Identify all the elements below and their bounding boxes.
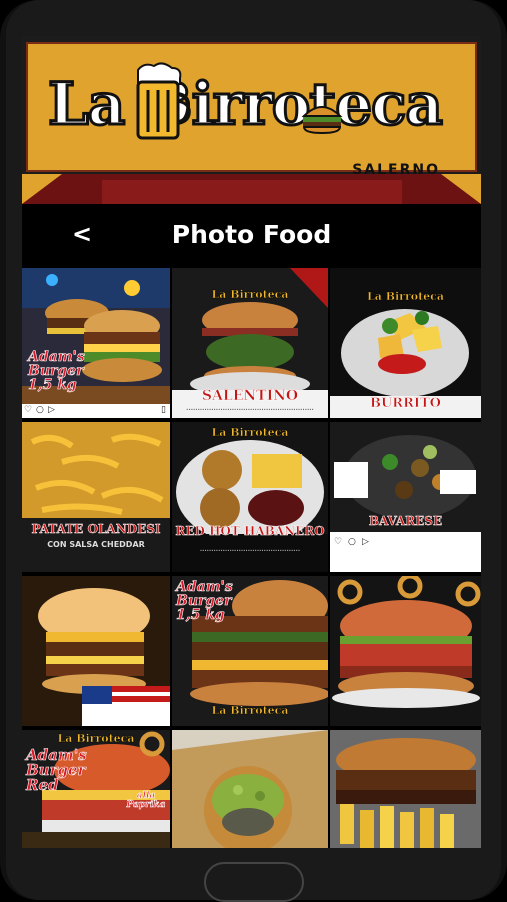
share-icon[interactable]: ▷ [362, 538, 369, 547]
beer-mug-icon [136, 62, 190, 140]
tile-caption: BAVARESE [368, 514, 443, 529]
photo-tile[interactable]: Adam's Burger 1,5 kg La Birroteca [172, 576, 328, 726]
tile-subcaption: CON SALSA CHEDDAR [47, 540, 145, 549]
photo-tile[interactable] [330, 730, 481, 848]
bookmark-icon[interactable]: ▯ [161, 406, 166, 415]
tile-logo: La Birroteca [211, 288, 289, 301]
food-photo [172, 730, 328, 848]
photo-tile[interactable] [22, 576, 170, 726]
photo-grid: Adam's Burger 1,5 kg ♡ ○ ▷ ▯ La Birrotec… [22, 268, 481, 848]
photo-tile[interactable] [172, 730, 328, 848]
banner-roof [22, 174, 481, 204]
photo-tile[interactable]: La Birroteca Adam's Burger Red alla Papr… [22, 730, 170, 848]
tile-logo: La Birroteca [211, 426, 289, 439]
share-icon[interactable]: ▷ [48, 406, 55, 415]
app-screen: La Birroteca SALERNO < Photo Food Adam's… [22, 36, 481, 848]
tile-caption: PATATE OLANDESI [31, 522, 161, 537]
header-banner: La Birroteca SALERNO [22, 36, 481, 204]
tile-side-note: alla Paprika [126, 791, 166, 810]
photo-tile[interactable]: La Birroteca BURRITO [330, 268, 481, 418]
comment-icon[interactable]: ○ [36, 406, 44, 415]
tile-caption: SALENTINO [201, 388, 299, 405]
brand-location: SALERNO [352, 162, 440, 178]
instagram-bar: ♡ ○ ▷ [330, 536, 481, 550]
nav-bar: < Photo Food [22, 204, 481, 268]
heart-icon[interactable]: ♡ [334, 538, 342, 547]
food-photo [22, 422, 170, 572]
photo-tile[interactable]: La Birroteca RED HOT HABANERO ..........… [172, 422, 328, 572]
photo-tile[interactable]: BAVARESE ♡ ○ ▷ [330, 422, 481, 572]
instagram-bar: ♡ ○ ▷ ▯ [22, 404, 170, 418]
food-photo [330, 576, 481, 726]
tile-stamp: Adam's Burger Red [26, 746, 87, 794]
tile-stamp: Adam's Burger 1,5 kg [176, 579, 233, 623]
brand-logo: La Birroteca SALERNO [47, 62, 458, 178]
photo-tile[interactable]: Adam's Burger 1,5 kg ♡ ○ ▷ ▯ [22, 268, 170, 418]
brand-logo-text: La Birroteca [47, 69, 445, 140]
tile-caption: BURRITO [369, 396, 442, 412]
page-title: Photo Food [171, 220, 332, 249]
comment-icon[interactable]: ○ [348, 538, 356, 547]
tile-stamp: Adam's Burger 1,5 kg [28, 349, 85, 393]
heart-icon[interactable]: ♡ [24, 406, 32, 415]
food-photo [22, 576, 170, 726]
tile-logo: La Birroteca [211, 704, 289, 717]
photo-tile[interactable]: La Birroteca SALENTINO .................… [172, 268, 328, 418]
burger-icon [301, 106, 343, 134]
tile-logo: La Birroteca [57, 732, 135, 745]
tile-logo: La Birroteca [367, 290, 444, 303]
food-photo [330, 730, 481, 848]
food-photo [22, 268, 170, 418]
home-indicator[interactable] [204, 862, 304, 902]
photo-tile[interactable]: PATATE OLANDESI CON SALSA CHEDDAR [22, 422, 170, 572]
photo-tile[interactable] [330, 576, 481, 726]
tile-caption: RED HOT HABANERO [175, 524, 325, 539]
